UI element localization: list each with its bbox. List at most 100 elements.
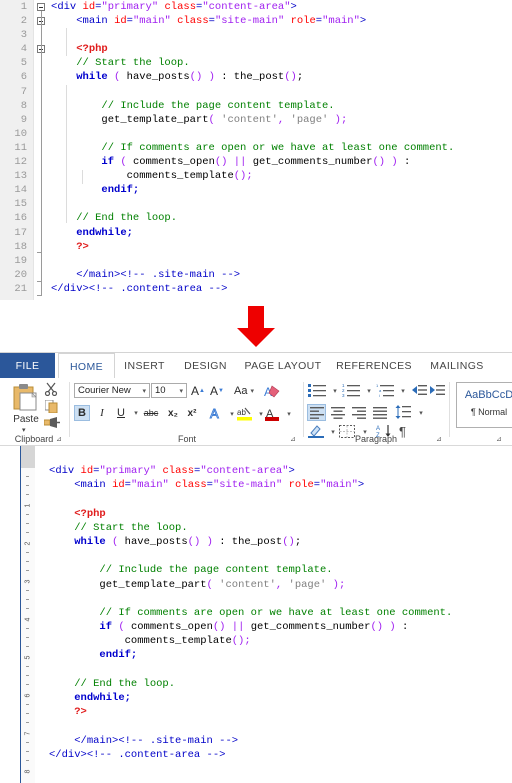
grow-font-button[interactable]: A ▲ [190,383,206,399]
bold-button[interactable]: B [74,405,90,421]
document-line[interactable]: while ( have_posts() ) : the_post(); [35,535,512,549]
subscript-button[interactable]: x₂ [165,405,181,421]
paste-icon[interactable] [12,383,40,413]
document-line[interactable]: <?php [35,507,512,521]
styles-dialog-launcher[interactable]: ⊿ [496,435,502,443]
code-line[interactable]: 11 // If comments are open or we have at… [0,141,512,155]
font-color-caret[interactable]: ▾ [281,406,297,422]
change-case-button[interactable]: Aa ▾ [230,383,258,399]
style-normal-item[interactable]: AaBbCcD ¶ Normal [456,382,512,428]
code-line[interactable]: 2 <main id="main" class="site-main" role… [0,14,512,28]
numbered-list-caret[interactable]: ▾ [361,383,377,399]
italic-button[interactable]: I [94,405,110,421]
decrease-indent-icon[interactable] [412,384,427,396]
copy-icon[interactable] [45,400,59,413]
document-line[interactable]: if ( comments_open() || get_comments_num… [35,620,512,634]
tab-mailings[interactable]: MAILINGS [419,353,495,378]
code-line[interactable]: 17 endwhile; [0,226,512,240]
document-line[interactable]: // If comments are open or we have at le… [35,606,512,620]
line-spacing-icon[interactable] [395,405,411,419]
code-line[interactable]: 14 endif; [0,183,512,197]
align-center-button[interactable] [328,404,347,421]
document-line[interactable]: </main><!-- .site-main --> [35,734,512,748]
justify-button[interactable] [370,404,389,421]
vertical-ruler[interactable]: 1 2 3 4 5 6 7 8 [20,446,36,783]
font-color-icon[interactable]: A [265,406,279,421]
font-size-caret[interactable]: ▾ [179,387,186,395]
code-line[interactable]: 15 [0,197,512,211]
code-line[interactable]: 13 comments_template(); [0,169,512,183]
text-effects-icon[interactable]: A [209,406,223,420]
underline-button[interactable]: U [113,405,129,421]
document-line[interactable]: <main id="main" class="site-main" role="… [35,478,512,492]
align-right-button[interactable] [349,404,368,421]
document-line[interactable]: // End the loop. [35,677,512,691]
code-editor-pane[interactable]: 1 <div id="primary" class="content-area">… [0,0,512,300]
code-line[interactable]: 12 if ( comments_open() || get_comments_… [0,155,512,169]
tab-references[interactable]: REFERENCES [332,353,416,378]
font-name-combo[interactable]: Courier New ▾ [74,383,150,398]
code-line[interactable]: 8 // Include the page content template. [0,99,512,113]
document-line[interactable] [35,492,512,506]
document-line[interactable]: </div><!-- .content-area --> [35,748,512,762]
format-painter-icon[interactable] [44,416,60,429]
document-page[interactable]: <div id="primary" class="content-area"> … [35,446,512,783]
ribbon[interactable]: Paste ▾ Clipboard ⊿ Courier New ▾ 10 ▾ A… [0,378,512,445]
code-line[interactable]: 16 // End the loop. [0,211,512,225]
code-lines[interactable]: 1 <div id="primary" class="content-area">… [0,0,512,296]
code-line[interactable]: 19 [0,254,512,268]
document-line[interactable]: endwhile; [35,691,512,705]
document-line[interactable]: comments_template(); [35,634,512,648]
code-line[interactable]: 21 </div><!-- .content-area --> [0,282,512,296]
tab-design[interactable]: DESIGN [176,353,235,378]
font-name-caret[interactable]: ▾ [142,387,149,395]
tab-page-layout[interactable]: PAGE LAYOUT [238,353,328,378]
code-line[interactable]: 18 ?> [0,240,512,254]
clear-formatting-icon[interactable]: A [264,384,280,399]
document-line[interactable]: // Start the loop. [35,521,512,535]
superscript-button[interactable]: x² [184,405,200,421]
code-line[interactable]: 1 <div id="primary" class="content-area"> [0,0,512,14]
code-line[interactable]: 6 while ( have_posts() ) : the_post(); [0,70,512,84]
highlight-color-icon[interactable]: ab [237,406,252,421]
bullet-list-caret[interactable]: ▾ [327,383,343,399]
document-area[interactable]: 1 2 3 4 5 6 7 8 <div id="primary" class="conten… [0,445,512,783]
document-line[interactable] [35,592,512,606]
cut-icon[interactable] [44,382,58,396]
clipboard-dialog-launcher[interactable]: ⊿ [56,435,62,443]
document-line[interactable]: // Include the page content template. [35,563,512,577]
document-line[interactable] [35,549,512,563]
align-left-button[interactable] [307,404,326,421]
line-spacing-caret[interactable]: ▾ [413,405,429,421]
paste-dropdown-caret[interactable]: ▾ [22,426,26,434]
bullet-list-icon[interactable] [308,383,326,397]
numbered-list-icon[interactable]: 1 2 3 [342,383,360,397]
font-dialog-launcher[interactable]: ⊿ [290,435,296,443]
document-line[interactable]: ?> [35,705,512,719]
multilevel-list-caret[interactable]: ▾ [395,383,411,399]
shrink-font-button[interactable]: A ▼ [209,383,225,399]
code-line[interactable]: 3 [0,28,512,42]
code-line[interactable]: 10 [0,127,512,141]
document-line[interactable] [35,663,512,677]
document-line[interactable]: endif; [35,648,512,662]
paragraph-dialog-launcher[interactable]: ⊿ [436,435,442,443]
document-line[interactable] [35,719,512,733]
code-line[interactable]: 7 [0,85,512,99]
increase-indent-icon[interactable] [430,384,445,396]
code-line[interactable]: 20 </main><!-- .site-main --> [0,268,512,282]
code-line[interactable]: 5 // Start the loop. [0,56,512,70]
tab-insert[interactable]: INSERT [116,353,173,378]
strikethrough-button[interactable]: abc [140,405,162,421]
document-line[interactable]: get_template_part( 'content', 'page' ); [35,578,512,592]
tab-file[interactable]: FILE [0,353,55,378]
paste-label[interactable]: Paste [6,414,46,425]
tab-home[interactable]: HOME [58,353,115,379]
ribbon-tab-bar[interactable]: FILE HOME INSERT DESIGN PAGE LAYOUT REFE… [0,353,512,379]
code-line[interactable]: 4 <?php [0,42,512,56]
code-line[interactable]: 9 get_template_part( 'content', 'page' )… [0,113,512,127]
fold-toggle-line1[interactable] [37,3,45,11]
document-line[interactable]: <div id="primary" class="content-area"> [35,464,512,478]
font-size-combo[interactable]: 10 ▾ [151,383,187,398]
multilevel-list-icon[interactable]: 1 a i [376,383,394,397]
